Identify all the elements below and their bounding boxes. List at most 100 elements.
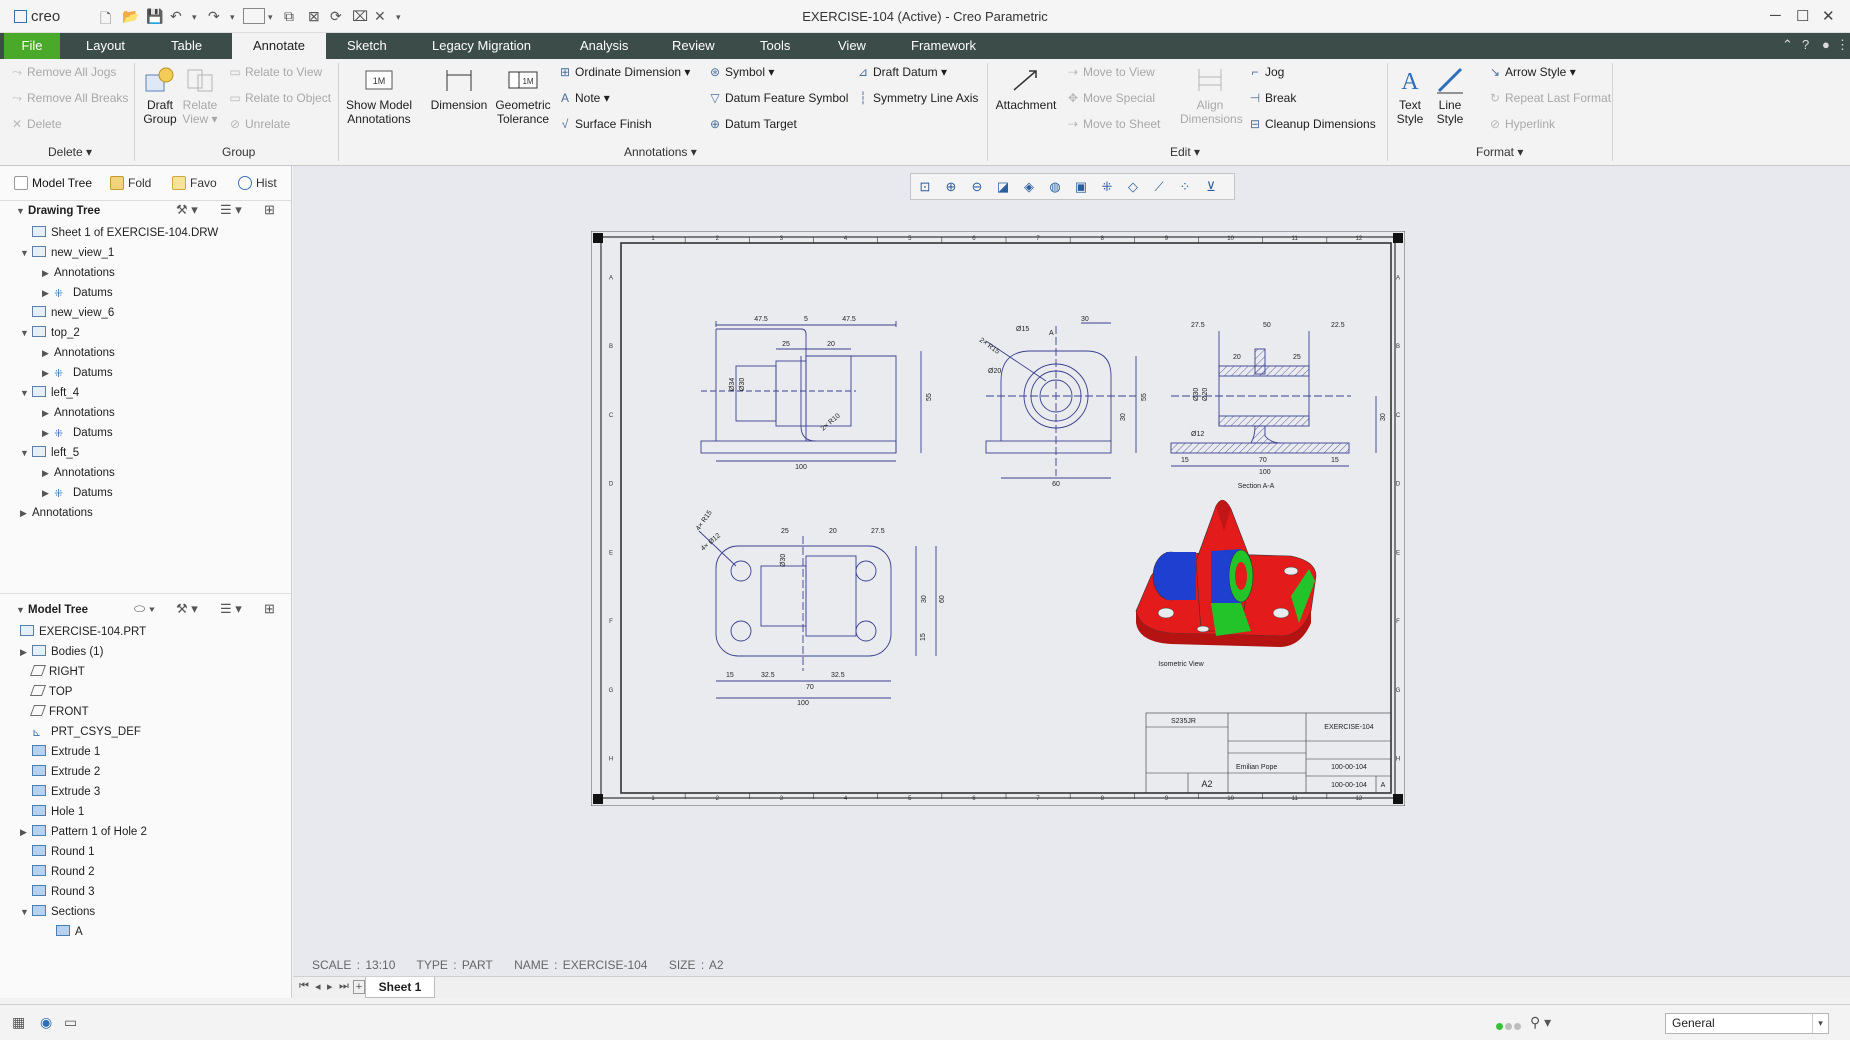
zoom-in-icon[interactable]: ⊕ xyxy=(943,179,959,195)
model-tree-columns-icon[interactable]: ☰ ▾ xyxy=(220,601,242,617)
move-to-sheet-button[interactable]: ⇢ Move to Sheet xyxy=(1066,117,1160,131)
collapsed-icon[interactable]: ▶ xyxy=(20,503,32,523)
repeat-last-format-button[interactable]: ↻ Repeat Last Format xyxy=(1488,91,1611,105)
add-sheet-icon[interactable]: + xyxy=(353,980,365,994)
selection-filter-select[interactable]: General ▾ xyxy=(1665,1013,1829,1034)
symmetry-line-axis-button[interactable]: ┆ Symmetry Line Axis xyxy=(856,91,978,105)
window-close-icon[interactable]: ✕ xyxy=(1822,7,1835,25)
display-style-icon[interactable]: ◈ xyxy=(1021,179,1037,195)
show-navigator-icon[interactable]: ▦ xyxy=(12,1014,25,1031)
draft-group-button[interactable]: Draft Group xyxy=(140,65,180,126)
expanded-icon[interactable]: ▼ xyxy=(20,443,32,463)
saved-views-icon[interactable]: ◍ xyxy=(1047,179,1063,195)
tree-columns-icon[interactable]: ☰ ▾ xyxy=(220,202,242,218)
first-sheet-icon[interactable]: ⏮ xyxy=(299,980,309,993)
view-manager-icon[interactable]: ▣ xyxy=(1073,179,1089,195)
axis-display-icon[interactable]: ⟋ xyxy=(1151,179,1167,195)
tab-view[interactable]: View xyxy=(824,33,880,59)
format-group-label[interactable]: Format ▾ xyxy=(1476,145,1523,159)
previous-sheet-icon[interactable]: ◂ xyxy=(315,980,321,993)
model-tree-item[interactable]: ⊾ PRT_CSYS_DEF xyxy=(20,722,141,742)
drawing-tree-item[interactable]: ▶ ⁜ Datums xyxy=(42,363,113,383)
model-tree-item[interactable]: Round 2 xyxy=(20,862,94,882)
maximize-icon[interactable]: ☐ xyxy=(1796,7,1809,25)
refit-icon[interactable]: ⊡ xyxy=(917,179,933,195)
hyperlink-button[interactable]: ⊘ Hyperlink xyxy=(1488,117,1555,131)
dimension-button[interactable]: Dimension xyxy=(428,65,490,112)
align-dimensions-button[interactable]: Align Dimensions xyxy=(1180,65,1243,126)
annotations-group-label[interactable]: Annotations ▾ xyxy=(624,145,697,159)
model-tree-item[interactable]: A xyxy=(44,922,83,942)
expanded-icon[interactable]: ▼ xyxy=(20,902,32,922)
note-button[interactable]: A Note ▾ xyxy=(558,91,610,105)
drawing-tree-item[interactable]: ▼ left_4 xyxy=(20,383,79,403)
drawing-tree-item[interactable]: ▶ Annotations xyxy=(42,263,115,283)
next-sheet-icon[interactable]: ▸ xyxy=(327,980,333,993)
collapsed-icon[interactable]: ▶ xyxy=(42,363,54,383)
line-style-button[interactable]: Line Style xyxy=(1432,65,1468,126)
model-tree-item[interactable]: ▶ Pattern 1 of Hole 2 xyxy=(20,822,147,842)
drawing-tree-item[interactable]: Sheet 1 of EXERCISE-104.DRW xyxy=(20,223,218,243)
model-tree-item[interactable]: ▶ Bodies (1) xyxy=(20,642,103,662)
zoom-out-icon[interactable]: ⊖ xyxy=(969,179,985,195)
relate-to-object-button[interactable]: ▭ Relate to Object xyxy=(228,91,331,105)
collapsed-icon[interactable]: ▶ xyxy=(42,283,54,303)
expanded-icon[interactable]: ▼ xyxy=(20,243,32,263)
draft-datum-button[interactable]: ⊿ Draft Datum ▾ xyxy=(856,65,947,79)
tab-tools[interactable]: Tools xyxy=(746,33,804,59)
last-sheet-icon[interactable]: ⏭ xyxy=(339,980,349,993)
model-tree-show-icon[interactable]: ⬭ ▾ xyxy=(134,601,155,617)
user-icon[interactable]: ● xyxy=(1822,37,1830,52)
drawing-tree-item[interactable]: ▶ Annotations xyxy=(42,403,115,423)
remove-all-breaks-button[interactable]: ⤳ Remove All Breaks xyxy=(10,91,128,106)
help-icon[interactable]: ? xyxy=(1802,37,1809,52)
csys-display-icon[interactable]: ⊻ xyxy=(1203,179,1219,195)
tab-review[interactable]: Review xyxy=(658,33,729,59)
tab-history[interactable]: Hist xyxy=(238,172,277,194)
full-screen-icon[interactable]: ▭ xyxy=(64,1014,77,1031)
attachment-button[interactable]: Attachment xyxy=(994,65,1058,112)
drawing-tree-item[interactable]: ▶ ⁜ Datums xyxy=(42,283,113,303)
tab-model-tree[interactable]: Model Tree xyxy=(14,172,92,194)
sheet-tab-1[interactable]: Sheet 1 xyxy=(365,977,435,998)
plane-display-icon[interactable]: ◇ xyxy=(1125,179,1141,195)
model-tree-item[interactable]: RIGHT xyxy=(20,662,85,682)
geometric-tolerance-button[interactable]: 1M Geometric Tolerance xyxy=(494,65,552,126)
collapsed-icon[interactable]: ▶ xyxy=(42,483,54,503)
arrow-style-button[interactable]: ↘ Arrow Style ▾ xyxy=(1488,65,1576,79)
collapsed-icon[interactable]: ▶ xyxy=(20,642,32,662)
datum-target-button[interactable]: ⊕ Datum Target xyxy=(708,117,797,131)
relate-view-button[interactable]: Relate View ▾ xyxy=(180,65,220,126)
unrelate-button[interactable]: ⊘ Unrelate xyxy=(228,117,290,131)
tab-framework[interactable]: Framework xyxy=(897,33,990,59)
model-tree-item[interactable]: FRONT xyxy=(20,702,89,722)
text-style-button[interactable]: A Text Style xyxy=(1392,65,1428,126)
drawing-tree-item[interactable]: new_view_6 xyxy=(20,303,114,323)
browser-icon[interactable]: ◉ xyxy=(40,1014,52,1031)
ordinate-dimension-button[interactable]: ⊞ Ordinate Dimension ▾ xyxy=(558,65,690,79)
drawing-tree-item[interactable]: ▶ Annotations xyxy=(20,503,93,523)
model-tree-filter-icon[interactable]: ⊞ xyxy=(264,601,275,617)
move-to-view-button[interactable]: ⇢ Move to View xyxy=(1066,65,1155,79)
drawing-sheet[interactable]: 112233445566778899101011111212A AB BC CD DE E… xyxy=(591,231,1405,806)
repaint-icon[interactable]: ◪ xyxy=(995,179,1011,195)
model-tree-item[interactable]: Extrude 2 xyxy=(20,762,100,782)
collapsed-icon[interactable]: ▶ xyxy=(42,263,54,283)
delete-group-label[interactable]: Delete ▾ xyxy=(48,145,92,159)
drawing-tree-item[interactable]: ▶ Annotations xyxy=(42,463,115,483)
move-special-button[interactable]: ✥ Move Special xyxy=(1066,91,1155,105)
drawing-tree-item[interactable]: ▼ new_view_1 xyxy=(20,243,114,263)
model-tree-item[interactable]: Extrude 1 xyxy=(20,742,100,762)
expanded-icon[interactable]: ▼ xyxy=(20,323,32,343)
show-model-annotations-button[interactable]: 1M Show Model Annotations xyxy=(344,65,414,126)
model-tree-header[interactable]: ▼ Model Tree xyxy=(16,600,88,620)
datum-display-icon[interactable]: ⁜ xyxy=(1099,179,1115,195)
point-display-icon[interactable]: ⁘ xyxy=(1177,179,1193,195)
model-tree-item[interactable]: TOP xyxy=(20,682,72,702)
find-icon[interactable]: ⚲ ▾ xyxy=(1530,1014,1551,1031)
tree-settings-icon[interactable]: ⚒ ▾ xyxy=(176,202,198,218)
drawing-tree-header[interactable]: ▼ Drawing Tree xyxy=(16,201,100,221)
collapse-ribbon-icon[interactable]: ⌃ xyxy=(1782,37,1793,53)
minimize-icon[interactable]: ─ xyxy=(1770,7,1781,24)
delete-button[interactable]: ✕ Delete xyxy=(10,117,62,131)
